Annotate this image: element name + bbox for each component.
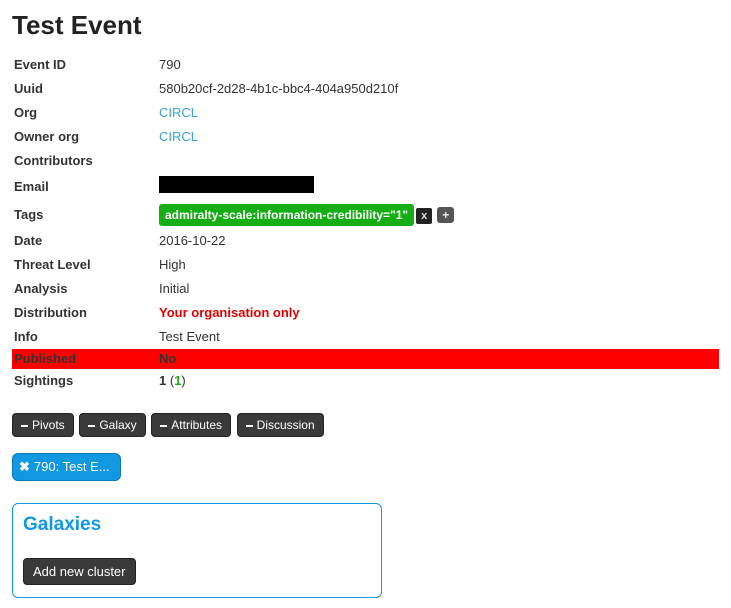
label-tags: Tags: [12, 201, 157, 229]
minus-icon: [160, 425, 167, 427]
link-org[interactable]: CIRCL: [159, 105, 198, 120]
label-threat-level: Threat Level: [12, 253, 157, 277]
value-info: Test Event: [157, 325, 719, 349]
toggle-galaxy[interactable]: Galaxy: [79, 413, 145, 437]
toggle-pivots[interactable]: Pivots: [12, 413, 74, 437]
row-uuid: Uuid 580b20cf-2d28-4b1c-bbc4-404a950d210…: [12, 77, 719, 101]
value-date: 2016-10-22: [157, 229, 719, 253]
tag-remove-button[interactable]: x: [416, 208, 432, 224]
toggle-discussion[interactable]: Discussion: [237, 413, 324, 437]
row-event-id: Event ID 790: [12, 53, 719, 77]
page-title: Test Event: [12, 10, 719, 41]
label-event-id: Event ID: [12, 53, 157, 77]
label-published: Published: [12, 349, 157, 369]
tag-add-button[interactable]: +: [437, 207, 454, 223]
redacted-email: [159, 176, 314, 193]
row-date: Date 2016-10-22: [12, 229, 719, 253]
galaxies-panel: Galaxies Add new cluster: [12, 503, 382, 598]
label-analysis: Analysis: [12, 277, 157, 301]
pivot-pill-label: 790: Test E...: [34, 459, 110, 474]
section-toggle-bar: Pivots Galaxy Attributes Discussion: [12, 413, 719, 437]
label-email: Email: [12, 173, 157, 201]
value-threat-level: High: [157, 253, 719, 277]
minus-icon: [88, 425, 95, 427]
link-owner-org[interactable]: CIRCL: [159, 129, 198, 144]
close-icon[interactable]: ✖: [19, 459, 30, 474]
label-distribution: Distribution: [12, 301, 157, 325]
row-org: Org CIRCL: [12, 101, 719, 125]
value-sightings: 1 (1): [157, 369, 719, 393]
row-tags: Tags admiralty-scale:information-credibi…: [12, 201, 719, 229]
row-info: Info Test Event: [12, 325, 719, 349]
toggle-attributes[interactable]: Attributes: [151, 413, 231, 437]
label-uuid: Uuid: [12, 77, 157, 101]
row-contributors: Contributors: [12, 149, 719, 173]
row-analysis: Analysis Initial: [12, 277, 719, 301]
value-uuid: 580b20cf-2d28-4b1c-bbc4-404a950d210f: [157, 77, 719, 101]
tag-chip[interactable]: admiralty-scale:information-credibility=…: [159, 204, 414, 226]
add-cluster-button[interactable]: Add new cluster: [23, 558, 136, 585]
pivot-pill[interactable]: ✖ 790: Test E...: [12, 453, 121, 481]
value-distribution: Your organisation only: [159, 305, 300, 320]
label-date: Date: [12, 229, 157, 253]
label-sightings: Sightings: [12, 369, 157, 393]
row-email: Email: [12, 173, 719, 201]
galaxies-heading: Galaxies: [23, 514, 371, 536]
label-org: Org: [12, 101, 157, 125]
value-published: No: [157, 349, 719, 369]
row-owner-org: Owner org CIRCL: [12, 125, 719, 149]
row-sightings: Sightings 1 (1): [12, 369, 719, 393]
row-published: Published No: [12, 349, 719, 369]
value-analysis: Initial: [157, 277, 719, 301]
event-meta-table: Event ID 790 Uuid 580b20cf-2d28-4b1c-bbc…: [12, 53, 719, 393]
minus-icon: [246, 425, 253, 427]
label-owner-org: Owner org: [12, 125, 157, 149]
minus-icon: [21, 425, 28, 427]
row-distribution: Distribution Your organisation only: [12, 301, 719, 325]
value-event-id: 790: [157, 53, 719, 77]
label-info: Info: [12, 325, 157, 349]
value-contributors: [157, 149, 719, 173]
label-contributors: Contributors: [12, 149, 157, 173]
row-threat-level: Threat Level High: [12, 253, 719, 277]
